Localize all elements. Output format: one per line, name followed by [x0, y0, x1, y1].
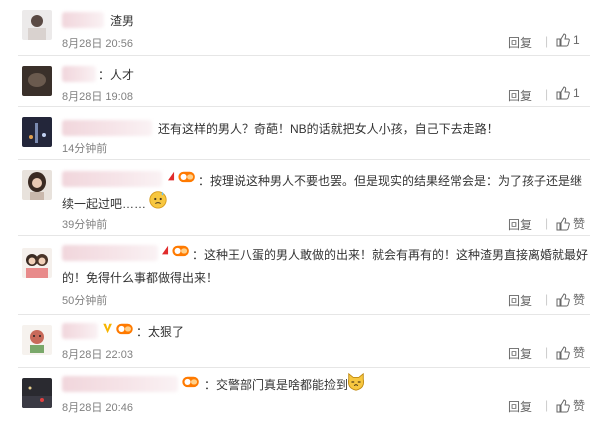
comment-text-line2: 续一起过吧…… [62, 197, 147, 211]
comment-text: ：按理说这种男人不要也罢。但是现实的结果经常会是：为了孩子还是继 [198, 174, 583, 188]
avatar[interactable] [22, 378, 52, 408]
comment-time: 8月28日 20:56 [62, 38, 133, 50]
comment-time: 50分钟前 [62, 295, 108, 307]
like-button[interactable]: 赞 [556, 344, 585, 361]
comment-item: ：按理说这种男人不要也罢。但是现实的结果经常会是：为了孩子还是继 续一起过吧……… [0, 160, 600, 235]
avatar[interactable] [22, 117, 52, 147]
username[interactable] [62, 66, 96, 82]
comment-item: ：太狠了 8月28日 22:03 回复 | 赞 [0, 315, 600, 367]
avatar[interactable] [22, 248, 52, 278]
comment-item: ：交警部门真是啥都能捡到 8月28日 20:46 回复 | 赞 [0, 368, 600, 426]
sweat-emoji [149, 191, 167, 209]
reply-button[interactable]: 回复 [508, 216, 532, 233]
like-label: 赞 [573, 217, 586, 231]
comment-time: 8月28日 20:46 [62, 402, 133, 414]
cat-emoji [347, 372, 365, 391]
member-badge-icon[interactable] [158, 244, 192, 257]
username[interactable] [62, 323, 98, 339]
username[interactable] [62, 245, 158, 261]
divider: | [545, 398, 549, 412]
comment-item: 还有这样的男人？奇葩！NB的话就把女人小孩，自己下去走路！ 14分钟前 [0, 107, 600, 159]
like-button[interactable]: 赞 [556, 397, 585, 414]
comment-text: 渣男 [110, 14, 135, 28]
divider: | [545, 345, 549, 359]
comment-item: ：人才 8月28日 19:08 回复 | 1 [0, 56, 600, 106]
reply-button[interactable]: 回复 [508, 345, 532, 362]
thumbs-up-icon [556, 216, 570, 230]
avatar[interactable] [22, 170, 52, 200]
comment-time: 8月28日 19:08 [62, 91, 133, 103]
thumbs-up-icon [556, 398, 570, 412]
username[interactable] [62, 171, 162, 187]
thumbs-up-icon [556, 345, 570, 359]
comment-text: ：这种王八蛋的男人敢做的出来！就会有再有的！这种渣男直接离婚就最好 [192, 248, 589, 262]
avatar[interactable] [22, 325, 52, 355]
like-count: 1 [573, 86, 580, 100]
member-badge-icon[interactable] [164, 170, 198, 183]
like-button[interactable]: 1 [556, 86, 580, 100]
comment-item: 渣男 8月28日 20:56 回复 | 1 [0, 0, 600, 54]
like-label: 赞 [573, 399, 586, 413]
like-label: 赞 [573, 293, 586, 307]
username[interactable] [62, 120, 152, 136]
reply-button[interactable]: 回复 [508, 398, 532, 415]
avatar[interactable] [22, 10, 52, 40]
verified-v-icon[interactable] [100, 322, 136, 335]
reply-button[interactable]: 回复 [508, 87, 532, 104]
like-button[interactable]: 赞 [556, 215, 585, 232]
like-button[interactable]: 赞 [556, 291, 585, 308]
comment-text: ：人才 [98, 68, 135, 82]
divider: | [545, 87, 549, 101]
comment-text: ：太狠了 [136, 325, 185, 339]
username[interactable] [62, 12, 104, 28]
thumbs-up-icon [556, 86, 570, 100]
reply-button[interactable]: 回复 [508, 292, 532, 309]
divider: | [545, 216, 549, 230]
avatar[interactable] [22, 66, 52, 96]
like-label: 赞 [573, 346, 586, 360]
divider: | [545, 34, 549, 48]
comment-time: 8月28日 22:03 [62, 349, 133, 361]
comment-time: 14分钟前 [62, 143, 108, 155]
like-count: 1 [573, 33, 580, 47]
comment-time: 39分钟前 [62, 219, 108, 231]
thumbs-up-icon [556, 33, 570, 47]
member-badge-icon[interactable] [180, 375, 202, 388]
comment-text-line2: 的！免得什么事都做得出来！ [62, 271, 219, 285]
divider: | [545, 292, 549, 306]
comment-text: ：交警部门真是啥都能捡到 [204, 378, 349, 392]
comment-text: 还有这样的男人？奇葩！NB的话就把女人小孩，自己下去走路！ [158, 122, 499, 136]
username[interactable] [62, 376, 178, 392]
comment-item: ：这种王八蛋的男人敢做的出来！就会有再有的！这种渣男直接离婚就最好 的！免得什么… [0, 236, 600, 314]
like-button[interactable]: 1 [556, 33, 580, 47]
reply-button[interactable]: 回复 [508, 34, 532, 51]
thumbs-up-icon [556, 292, 570, 306]
